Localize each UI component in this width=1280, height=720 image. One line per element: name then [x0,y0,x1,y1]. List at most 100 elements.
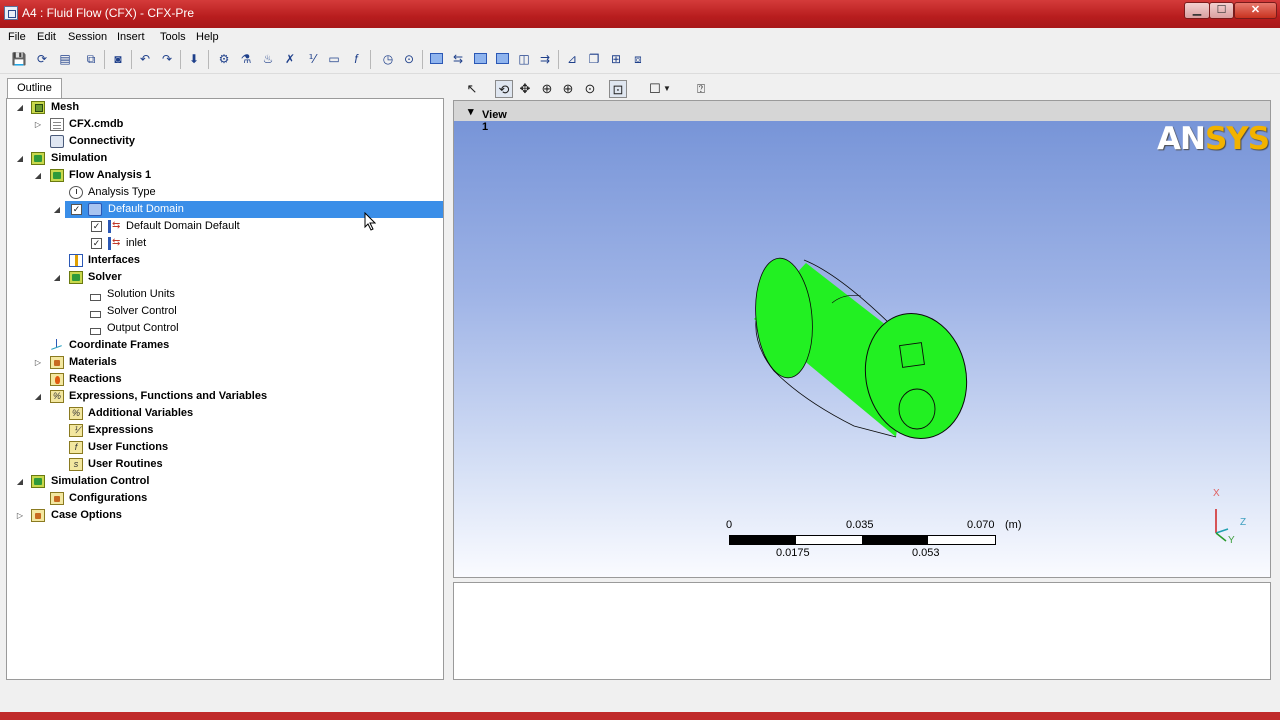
tree-item-connectivity[interactable]: Connectivity [7,133,443,150]
case-icon[interactable]: ▤ [57,51,73,67]
tree-item-user-functions[interactable]: f User Functions [7,439,443,456]
view-selector[interactable]: View 1 ▾ [468,105,507,133]
menu-bar: File Edit Session Insert Tools Help [0,28,1280,46]
expressions-folder-icon: % [50,390,64,403]
additional-variable-icon[interactable]: ✗ [282,51,298,67]
copy-icon[interactable]: ⧉ [83,51,99,67]
triad-y-label: Y [1228,535,1235,546]
interface-icon[interactable]: ◫ [516,51,532,67]
maximize-button[interactable]: ☐ [1209,2,1234,19]
expand-arrow-icon[interactable]: ▷ [15,507,25,524]
tree-item-analysis-type[interactable]: Analysis Type [7,184,443,201]
menu-help[interactable]: Help [196,31,219,43]
collapse-arrow-icon[interactable]: ◢ [52,269,62,286]
save-icon[interactable]: 💾 [11,51,27,67]
outline-tabstrip: Outline [5,76,445,99]
tree-item-reactions[interactable]: Reactions [7,371,443,388]
menu-edit[interactable]: Edit [37,31,56,43]
tree-item-coordinate-frames[interactable]: Coordinate Frames [7,337,443,354]
monitor-icon[interactable]: ⊞ [608,51,624,67]
material-flask-icon[interactable]: ⚗ [238,51,254,67]
initialization-icon[interactable]: ⇉ [537,51,553,67]
zoom-box-icon[interactable]: ⊕ [559,80,577,98]
zoom-fit-icon[interactable]: ⊙ [581,80,599,98]
tree-item-expressions[interactable]: ⅟ Expressions [7,422,443,439]
tree-item-output-control[interactable]: Output Control [7,320,443,337]
tree-item-cfx-cmdb[interactable]: ▷ CFX.cmdb [7,116,443,133]
refresh-icon[interactable]: ⟳ [34,51,50,67]
simulation-control-icon[interactable]: ⊙ [401,51,417,67]
camera-icon[interactable]: ◙ [110,51,126,67]
cylinder-mesh-geometry[interactable] [744,251,984,451]
3d-viewport[interactable]: View 1 ▾ ANSYS 0 0.035 0.070 (m) 0.0175 … [453,100,1271,578]
domain-icon [88,203,102,216]
tree-item-flow-analysis[interactable]: ◢ Flow Analysis 1 [7,167,443,184]
tree-item-mesh[interactable]: ◢ Mesh [7,99,443,116]
domain-tool-icon[interactable]: ⚙ [216,51,232,67]
tree-item-simulation[interactable]: ◢ Simulation [7,150,443,167]
chevron-down-icon[interactable]: ▼ [662,80,672,98]
rotate-icon[interactable]: ⟲ [495,80,513,98]
inlet-checkbox[interactable]: ✓ [91,238,102,249]
tree-item-materials[interactable]: ▷ Materials [7,354,443,371]
user-function-icon: f [69,441,83,454]
expand-arrow-icon[interactable]: ▷ [33,116,43,133]
expression-icon: ⅟ [69,424,83,437]
collapse-arrow-icon[interactable]: ◢ [15,150,25,167]
additional-variable-icon: % [69,407,83,420]
collapse-arrow-icon[interactable]: ◢ [33,167,43,184]
tree-item-solver[interactable]: ◢ Solver [7,269,443,286]
user-function-icon[interactable]: f [348,51,364,67]
tree-item-configurations[interactable]: Configurations [7,490,443,507]
redo-icon[interactable]: ↷ [159,51,175,67]
tree-item-interfaces[interactable]: Interfaces [7,252,443,269]
zoom-icon[interactable]: ⊕ [538,80,556,98]
domain-icon[interactable] [428,51,444,67]
tree-item-default-domain-default[interactable]: ✓ Default Domain Default [7,217,443,235]
close-button[interactable]: ✕ [1234,2,1277,19]
solver-control-icon[interactable]: ⊿ [564,51,580,67]
reaction-flame-icon[interactable]: ♨ [260,51,276,67]
subdomain-icon[interactable] [472,51,488,67]
analysis-type-clock-icon[interactable]: ◷ [380,51,396,67]
collapse-arrow-icon[interactable]: ◢ [52,201,62,218]
tree-item-user-routines[interactable]: s User Routines [7,456,443,473]
fit-view-icon[interactable]: ⊡ [609,80,627,98]
undo-icon[interactable]: ↶ [137,51,153,67]
collapse-arrow-icon[interactable]: ◢ [33,388,43,405]
collapse-arrow-icon[interactable]: ◢ [15,473,25,490]
boundary-icon[interactable]: ⇆ [450,51,466,67]
menu-tools[interactable]: Tools [160,31,186,43]
select-pointer-icon[interactable]: ↖ [463,80,481,98]
tree-item-inlet[interactable]: ✓ inlet [7,234,443,252]
domain-checkbox[interactable]: ✓ [71,204,82,215]
expression-icon[interactable]: ⅟ [304,51,320,67]
expand-arrow-icon[interactable]: ▷ [33,354,43,371]
tree-item-expressions-functions-variables[interactable]: ◢ % Expressions, Functions and Variables [7,388,443,405]
output-control-icon[interactable]: ❐ [586,51,602,67]
menu-session[interactable]: Session [68,31,107,43]
user-routine-icon: s [69,458,83,471]
minimize-button[interactable]: ▁ [1184,2,1210,19]
tree-item-default-domain[interactable]: ◢ ✓ Default Domain [7,201,443,218]
user-routine-icon[interactable]: ▭ [326,51,342,67]
output-control-icon [88,322,102,335]
tree-item-simulation-control[interactable]: ◢ Simulation Control [7,473,443,490]
tree-item-solver-control[interactable]: Solver Control [7,303,443,320]
tree-item-additional-variables[interactable]: % Additional Variables [7,405,443,422]
cfx-app-icon[interactable] [4,6,18,20]
source-point-icon[interactable] [494,51,510,67]
tree-item-solution-units[interactable]: Solution Units [7,286,443,303]
menu-file[interactable]: File [8,31,26,43]
message-panel[interactable] [453,582,1271,680]
tree-item-case-options[interactable]: ▷ Case Options [7,507,443,524]
tab-outline[interactable]: Outline [7,78,62,99]
import-mesh-icon[interactable]: ⬇ [186,51,202,67]
define-run-icon[interactable]: ⧈ [630,51,646,67]
pan-icon[interactable]: ✥ [516,80,534,98]
taskbar-strip [0,712,1280,720]
help-pointer-icon[interactable]: ⍰ [692,80,710,98]
boundary-checkbox[interactable]: ✓ [91,221,102,232]
collapse-arrow-icon[interactable]: ◢ [15,99,25,116]
menu-insert[interactable]: Insert [117,31,145,43]
